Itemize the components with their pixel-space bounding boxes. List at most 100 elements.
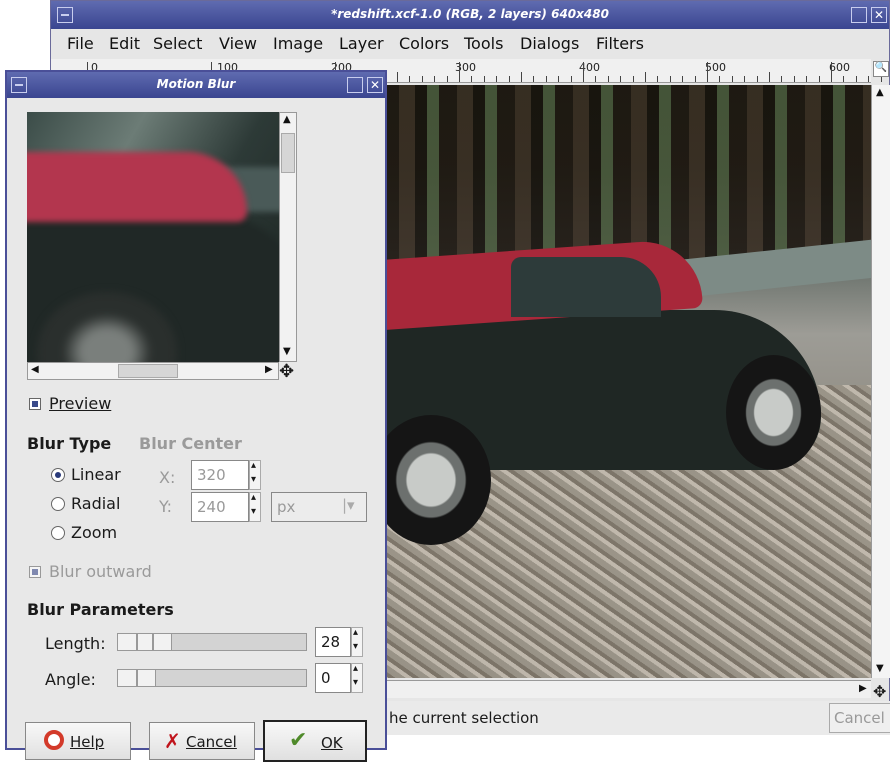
maximize-icon[interactable]: [851, 7, 867, 23]
menubar: File Edit Select View Image Layer Colors…: [51, 31, 889, 57]
blur-outward-label[interactable]: Blur outward: [49, 562, 152, 581]
blur-type-heading: Blur Type: [27, 434, 112, 453]
ruler-tick: [508, 76, 510, 82]
menu-dialogs[interactable]: Dialogs: [520, 34, 579, 53]
zoom-icon[interactable]: 🔍: [873, 61, 889, 77]
menu-view[interactable]: View: [219, 34, 257, 53]
preview-checkbox[interactable]: [29, 398, 41, 410]
ruler-tick: [781, 76, 783, 82]
ruler-tick: [682, 76, 684, 82]
x-input[interactable]: 320: [191, 460, 249, 490]
ruler-label: 600: [829, 61, 850, 74]
angle-slider[interactable]: [117, 669, 307, 687]
status-bar: he current selection Cancel: [381, 701, 890, 735]
x-stepper[interactable]: [249, 460, 261, 490]
unit-select[interactable]: px |▾: [271, 492, 367, 522]
ruler-tick: [459, 62, 460, 82]
preview-vertical-thumb[interactable]: [281, 133, 295, 173]
linear-radio[interactable]: [51, 468, 65, 482]
canvas-horizontal-scrollbar[interactable]: ▶: [381, 680, 871, 698]
preview-vertical-scrollbar[interactable]: ▲ ▼: [279, 112, 297, 362]
menu-colors[interactable]: Colors: [399, 34, 449, 53]
ruler-tick: [620, 76, 622, 82]
x-label: X:: [159, 468, 176, 487]
ruler-tick: [483, 76, 485, 82]
status-message: he current selection: [389, 709, 539, 727]
ruler-tick: [496, 76, 498, 82]
chevron-down-icon: |▾: [342, 496, 355, 514]
ruler-tick: [843, 76, 845, 82]
ruler-tick: [719, 76, 721, 82]
angle-label: Angle:: [45, 670, 96, 689]
zoom-radio[interactable]: [51, 526, 65, 540]
menu-select[interactable]: Select: [153, 34, 202, 53]
angle-input[interactable]: 0: [315, 663, 351, 693]
radial-radio[interactable]: [51, 497, 65, 511]
linear-label[interactable]: Linear: [71, 465, 121, 484]
ruler-tick: [595, 76, 597, 82]
ruler-tick: [607, 76, 609, 82]
help-button[interactable]: Help: [25, 722, 131, 760]
menu-edit[interactable]: Edit: [109, 34, 140, 53]
ruler-tick: [855, 76, 857, 82]
ruler-tick: [558, 76, 560, 82]
status-cancel-button[interactable]: Cancel: [829, 703, 890, 733]
y-input[interactable]: 240: [191, 492, 249, 522]
ruler-tick: [434, 76, 436, 82]
ruler-tick: [421, 76, 423, 82]
ruler-tick: [806, 76, 808, 82]
canvas-vertical-scrollbar[interactable]: ▲ ▼: [871, 85, 890, 678]
close-icon[interactable]: ✕: [871, 7, 887, 23]
cancel-button[interactable]: ✗ Cancel: [149, 722, 255, 760]
length-stepper[interactable]: [351, 627, 363, 657]
close-icon[interactable]: ✕: [367, 77, 383, 93]
ruler-tick: [521, 72, 522, 82]
preview-label[interactable]: Preview: [49, 394, 111, 413]
ruler-tick: [793, 76, 795, 82]
dialog-title: Motion Blur: [156, 77, 236, 91]
blur-outward-checkbox[interactable]: [29, 566, 41, 578]
length-slider[interactable]: [117, 633, 307, 651]
image-window-title: *redshift.xcf-1.0 (RGB, 2 layers) 640x48…: [331, 7, 609, 21]
move-icon[interactable]: ✥: [279, 363, 294, 381]
dialog-titlebar[interactable]: Motion Blur ✕: [7, 72, 385, 98]
menu-filters[interactable]: Filters: [596, 34, 644, 53]
navigate-icon[interactable]: ✥: [873, 682, 886, 701]
radial-label[interactable]: Radial: [71, 494, 120, 513]
ruler-tick: [707, 62, 708, 82]
cancel-icon: ✗: [164, 729, 181, 753]
ok-button[interactable]: ✔ OK: [263, 720, 367, 762]
image-window-titlebar[interactable]: *redshift.xcf-1.0 (RGB, 2 layers) 640x48…: [51, 1, 889, 29]
preview-image[interactable]: [27, 112, 279, 362]
ruler-tick: [694, 76, 696, 82]
ok-label: OK: [321, 734, 343, 752]
angle-stepper[interactable]: [351, 663, 363, 693]
ruler-tick: [471, 76, 473, 82]
ruler-tick: [868, 76, 870, 82]
ruler-tick: [657, 76, 659, 82]
preview-horizontal-scrollbar[interactable]: ◀ ▶: [27, 362, 279, 380]
help-label: Help: [70, 733, 105, 751]
menu-tools[interactable]: Tools: [464, 34, 503, 53]
ruler-tick: [669, 76, 671, 82]
menu-image[interactable]: Image: [273, 34, 323, 53]
motion-blur-dialog: Motion Blur ✕ ▲ ▼ ◀ ▶ ✥ Preview Blur Typ…: [5, 70, 387, 762]
ruler-tick: [731, 76, 733, 82]
ruler-tick: [756, 76, 758, 82]
ok-icon: ✔: [289, 728, 308, 753]
ruler-tick: [409, 76, 411, 82]
maximize-icon[interactable]: [347, 77, 363, 93]
ruler-tick: [545, 76, 547, 82]
menu-file[interactable]: File: [67, 34, 94, 53]
image-canvas[interactable]: [381, 85, 871, 678]
preview-horizontal-thumb[interactable]: [118, 364, 178, 378]
ruler-tick: [818, 76, 820, 82]
blur-parameters-heading: Blur Parameters: [27, 600, 174, 619]
cancel-label: Cancel: [186, 733, 237, 751]
y-stepper[interactable]: [249, 492, 261, 522]
zoom-label[interactable]: Zoom: [71, 523, 117, 542]
ruler-tick: [570, 76, 572, 82]
length-input[interactable]: 28: [315, 627, 351, 657]
menu-layer[interactable]: Layer: [339, 34, 384, 53]
ruler-tick: [397, 72, 398, 82]
